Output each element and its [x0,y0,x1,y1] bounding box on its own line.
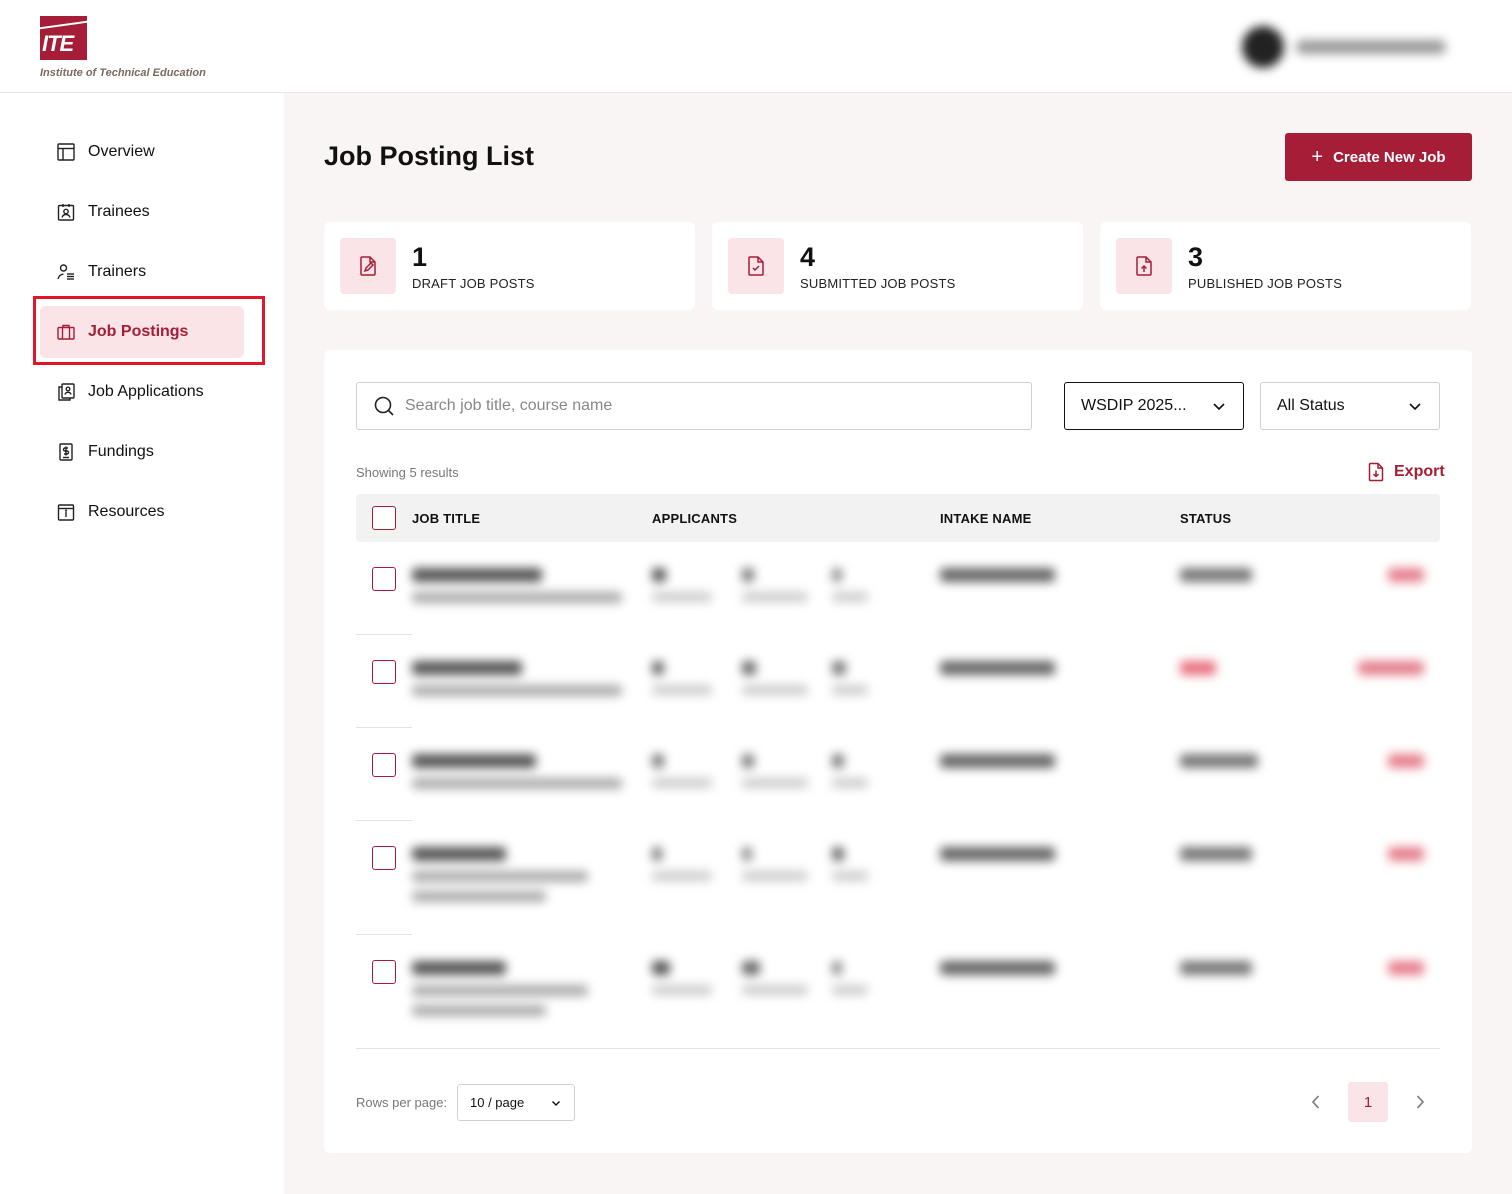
table-row[interactable] [356,821,1440,935]
stat-value: 1 [412,241,428,272]
page-title: Job Posting List [324,141,535,171]
id-badge-icon [56,202,76,222]
sidebar-item-label: Job Applications [88,383,204,400]
table-row[interactable] [356,728,1440,821]
stat-value: 3 [1188,241,1204,272]
avatar [1242,26,1284,68]
create-new-job-button[interactable]: + Create New Job [1285,133,1472,181]
chevron-down-icon [1213,403,1225,411]
money-document-icon [56,442,76,462]
ite-logo[interactable]: ITE Institute of Technical Education [40,16,206,79]
plus-icon: + [1311,145,1324,168]
stat-value: 4 [800,241,816,272]
row-checkbox[interactable] [372,960,396,984]
table-row[interactable] [356,635,1440,728]
sidebar-item-trainers[interactable]: Trainers [40,246,244,298]
sidebar-item-label: Trainers [88,263,147,280]
sidebar-item-trainees[interactable]: Trainees [40,186,244,238]
export-button[interactable]: Export [1366,462,1445,482]
table-row[interactable] [356,542,1440,635]
sidebar-item-label: Trainees [88,203,150,220]
org-name: Institute of Technical Education [40,67,206,79]
column-header-applicants[interactable]: APPLICANTS [652,511,737,526]
column-header-intake-name[interactable]: INTAKE NAME [940,511,1032,526]
rows-per-page-label: Rows per page: [356,1095,448,1110]
check-document-icon [728,238,784,294]
chevron-down-icon [552,1100,560,1106]
status-filter-value: All Status [1277,397,1345,414]
top-header: ITE Institute of Technical Education [0,0,1512,93]
user-profile-menu[interactable] [1242,24,1472,70]
ite-logo-mark: ITE [40,16,87,60]
row-checkbox[interactable] [372,846,396,870]
user-name-redacted [1296,40,1446,54]
intake-filter-value: WSDIP 2025... [1081,397,1187,414]
table-footer-divider [356,1048,1440,1049]
status-filter-select[interactable]: All Status [1260,382,1440,430]
main-content: Job Posting List + Create New Job 1 DRAF… [284,93,1512,1194]
next-page-icon[interactable] [1410,1092,1430,1112]
documents-icon [56,382,76,402]
chevron-down-icon [1409,403,1421,411]
column-header-job-title[interactable]: JOB TITLE [412,511,480,526]
stat-card-submitted: 4 SUBMITTED JOB POSTS [712,222,1083,310]
download-document-icon [1368,462,1384,482]
results-count: Showing 5 results [356,465,459,480]
row-checkbox[interactable] [372,660,396,684]
sidebar-item-label: Overview [88,143,155,160]
sidebar-item-fundings[interactable]: Fundings [40,426,244,478]
table-header: JOB TITLE APPLICANTS INTAKE NAME STATUS [356,494,1440,542]
sidebar-item-resources[interactable]: Resources [40,486,244,538]
row-checkbox[interactable] [372,753,396,777]
job-postings-panel: WSDIP 2025... All Status Showing 5 resul… [324,350,1472,1153]
create-new-job-label: Create New Job [1333,148,1446,166]
stat-label: DRAFT JOB POSTS [412,275,535,291]
search-icon [374,396,394,416]
table-row[interactable] [356,935,1440,1048]
page-number-button[interactable]: 1 [1348,1082,1388,1122]
stat-label: PUBLISHED JOB POSTS [1188,275,1343,291]
stat-label: SUBMITTED JOB POSTS [800,275,956,291]
upload-document-icon [1116,238,1172,294]
previous-page-icon[interactable] [1306,1092,1326,1112]
sidebar-item-label: Resources [88,503,165,520]
user-list-icon [56,262,76,282]
export-label: Export [1394,463,1445,480]
rows-per-page-select[interactable]: 10 / page [457,1084,575,1121]
sidebar-item-label: Fundings [88,443,154,460]
layout-icon [56,142,76,162]
intake-filter-select[interactable]: WSDIP 2025... [1064,382,1244,430]
selection-highlight-box [33,296,265,365]
info-calendar-icon [56,502,76,522]
search-input[interactable] [405,397,1005,415]
select-all-checkbox[interactable] [372,506,396,530]
stat-card-published: 3 PUBLISHED JOB POSTS [1100,222,1471,310]
stat-card-draft: 1 DRAFT JOB POSTS [324,222,695,310]
search-box[interactable] [356,382,1032,430]
row-checkbox[interactable] [372,567,396,591]
rows-per-page-value: 10 / page [470,1095,525,1110]
sidebar-item-overview[interactable]: Overview [40,126,244,178]
edit-document-icon [340,238,396,294]
sidebar: Overview Trainees Trainers Job Postings … [0,93,284,1194]
sidebar-item-job-applications[interactable]: Job Applications [40,366,244,418]
column-header-status[interactable]: STATUS [1180,511,1231,526]
